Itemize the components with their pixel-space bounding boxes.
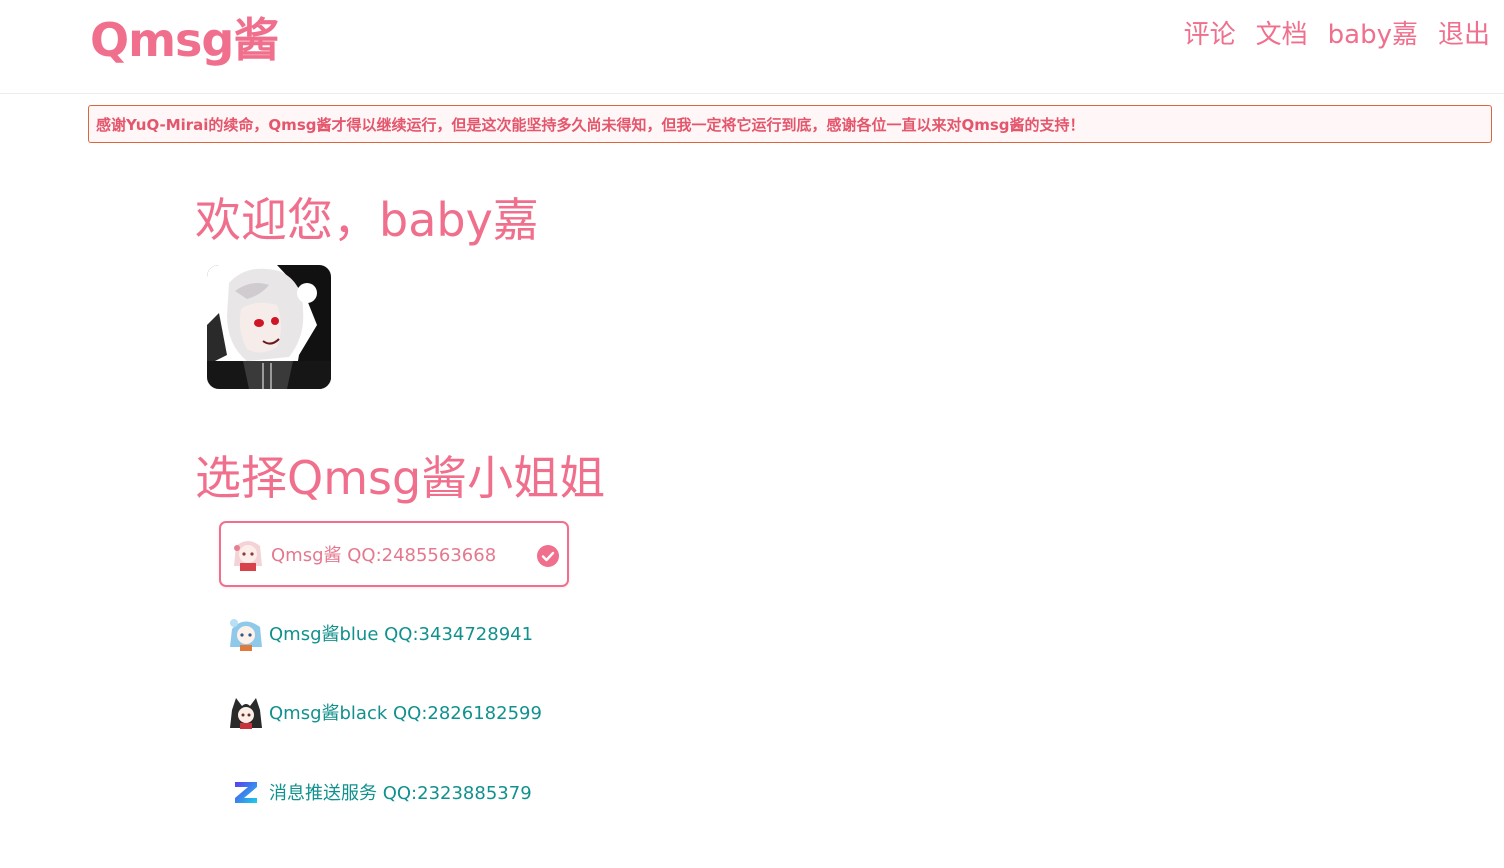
nav-docs-link[interactable]: 文档 [1256, 14, 1308, 51]
nav-logout-link[interactable]: 退出 [1438, 14, 1490, 51]
bot-label-push-service: 消息推送服务 QQ:2323885379 [269, 783, 532, 804]
bot-option-blue[interactable]: Qmsg酱blue QQ:3434728941 [219, 600, 569, 666]
nav-comments-link[interactable]: 评论 [1184, 14, 1236, 51]
push-service-logo-icon [228, 774, 264, 810]
notice-banner: 感谢YuQ-Mirai的续命，Qmsg酱才得以继续运行，但是这次能坚持多久尚未得… [88, 105, 1492, 143]
bot-label-black: Qmsg酱black QQ:2826182599 [269, 703, 542, 724]
selected-check-icon [537, 545, 559, 567]
site-logo[interactable]: Qmsg酱 [90, 4, 279, 70]
bot-avatar-blue [228, 615, 264, 651]
bot-option-black[interactable]: Qmsg酱black QQ:2826182599 [219, 679, 569, 745]
top-header: Qmsg酱 评论 文档 baby嘉 退出 [0, 0, 1504, 94]
welcome-heading: 欢迎您，baby嘉 [195, 193, 539, 247]
bot-option-pink[interactable]: Qmsg酱 QQ:2485563668 [219, 521, 569, 587]
bot-avatar-pink [230, 536, 266, 572]
bot-label-pink: Qmsg酱 QQ:2485563668 [271, 545, 497, 566]
nav-user-link[interactable]: baby嘉 [1328, 14, 1418, 51]
bot-option-push-service[interactable]: 消息推送服务 QQ:2323885379 [219, 759, 569, 825]
top-nav: 评论 文档 baby嘉 退出 [1184, 14, 1490, 51]
select-bot-heading: 选择Qmsg酱小姐姐 [195, 451, 606, 505]
bot-avatar-black [228, 694, 264, 730]
user-avatar [207, 265, 331, 389]
bot-label-blue: Qmsg酱blue QQ:3434728941 [269, 624, 534, 645]
